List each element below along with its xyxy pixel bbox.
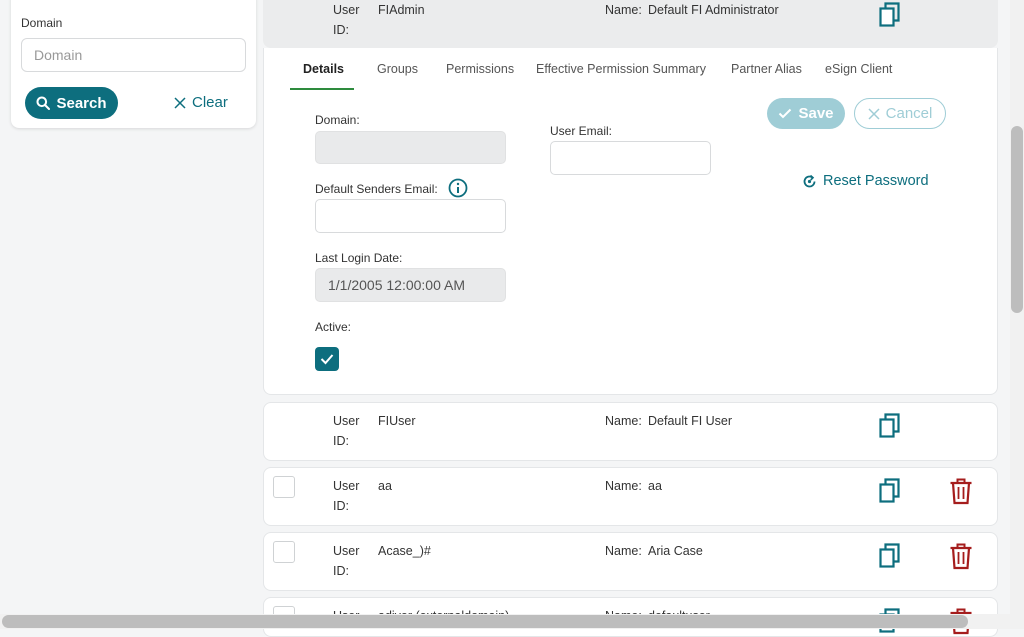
search-button-label: Search [56, 94, 107, 112]
last-login-date-field: 1/1/2005 12:00:00 AM [315, 268, 506, 302]
domain-search-input[interactable]: Domain [21, 38, 246, 72]
user-id-label: User [333, 479, 360, 493]
user-id-value: FIAdmin [378, 3, 425, 17]
domain-field [315, 131, 506, 164]
cancel-button[interactable]: Cancel [854, 98, 946, 129]
default-senders-email-label: Default Senders Email: [315, 182, 438, 196]
user-id-label: User [333, 3, 360, 17]
copy-icon[interactable] [879, 543, 901, 569]
user-id-label: ID: [333, 499, 349, 513]
tab-effective-permission-summary[interactable]: Effective Permission Summary [536, 62, 706, 76]
active-tab-indicator [290, 88, 354, 90]
tab-groups[interactable]: Groups [377, 62, 418, 76]
domain-label: Domain [21, 16, 63, 30]
user-email-field[interactable] [550, 141, 711, 175]
tab-partner-alias[interactable]: Partner Alias [731, 62, 802, 76]
tab-esign-client[interactable]: eSign Client [825, 62, 892, 76]
trash-icon[interactable] [949, 543, 973, 570]
user-id-label: ID: [333, 23, 349, 37]
name-label: Name: [605, 3, 642, 17]
trash-icon[interactable] [949, 478, 973, 505]
save-button-label: Save [798, 105, 834, 122]
check-icon [779, 108, 792, 119]
active-label: Active: [315, 320, 352, 334]
tab-permissions[interactable]: Permissions [446, 62, 514, 76]
name-label: Name: [605, 544, 642, 558]
name-label: Name: [605, 414, 642, 428]
clear-button-label: Clear [192, 94, 228, 111]
name-value: Default FI Administrator [648, 3, 779, 17]
close-icon [868, 107, 880, 120]
user-id-label: ID: [333, 434, 349, 448]
copy-icon[interactable] [879, 478, 901, 504]
last-login-date-value: 1/1/2005 12:00:00 AM [328, 277, 465, 293]
last-login-date-label: Last Login Date: [315, 251, 403, 265]
domain-field-label: Domain: [315, 113, 360, 127]
copy-icon[interactable] [879, 2, 901, 28]
name-value: Default FI User [648, 414, 733, 428]
search-button[interactable]: Search [25, 87, 118, 119]
active-checkbox[interactable] [315, 347, 339, 371]
tab-details[interactable]: Details [303, 62, 344, 76]
user-id-value: FIUser [378, 414, 416, 428]
vertical-scrollbar-thumb[interactable] [1011, 126, 1023, 313]
close-icon [174, 96, 186, 109]
cancel-button-label: Cancel [885, 105, 933, 122]
save-button[interactable]: Save [767, 98, 845, 129]
info-icon[interactable] [448, 178, 468, 198]
user-email-label: User Email: [550, 124, 613, 138]
search-icon [36, 96, 51, 110]
reset-icon [803, 174, 816, 187]
checkmark-icon [320, 354, 334, 365]
user-id-label: User [333, 544, 360, 558]
clear-button[interactable]: Clear [174, 94, 228, 111]
row-select-checkbox[interactable] [273, 476, 295, 498]
name-value: aa [648, 479, 662, 493]
user-id-label: User [333, 414, 360, 428]
row-select-checkbox[interactable] [273, 541, 295, 563]
copy-icon[interactable] [879, 413, 901, 439]
reset-password-link[interactable]: Reset Password [802, 173, 929, 189]
user-id-value: Acase_)# [378, 544, 431, 558]
name-label: Name: [605, 479, 642, 493]
default-senders-email-field[interactable] [315, 199, 506, 233]
user-id-value: aa [378, 479, 392, 493]
reset-password-label: Reset Password [823, 173, 929, 189]
horizontal-scrollbar-thumb[interactable] [2, 615, 968, 628]
user-id-label: ID: [333, 564, 349, 578]
name-value: Aria Case [648, 544, 703, 558]
